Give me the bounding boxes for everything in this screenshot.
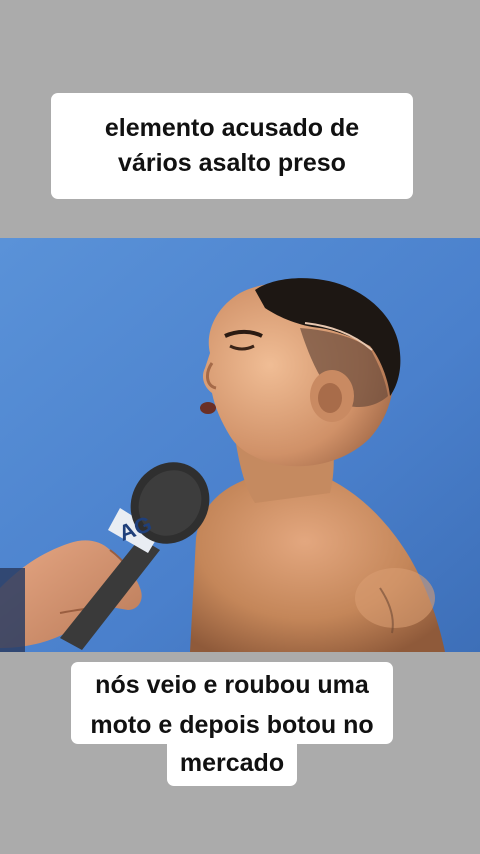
top-caption: elemento acusado de vários asalto preso <box>51 93 413 199</box>
bottom-caption-line-2: moto e depois botou no <box>71 706 393 744</box>
bottom-caption-line-3: mercado <box>167 742 297 786</box>
video-frame-photo: AG <box>0 238 480 652</box>
bottom-caption-line-1: nós veio e roubou uma <box>71 662 393 706</box>
